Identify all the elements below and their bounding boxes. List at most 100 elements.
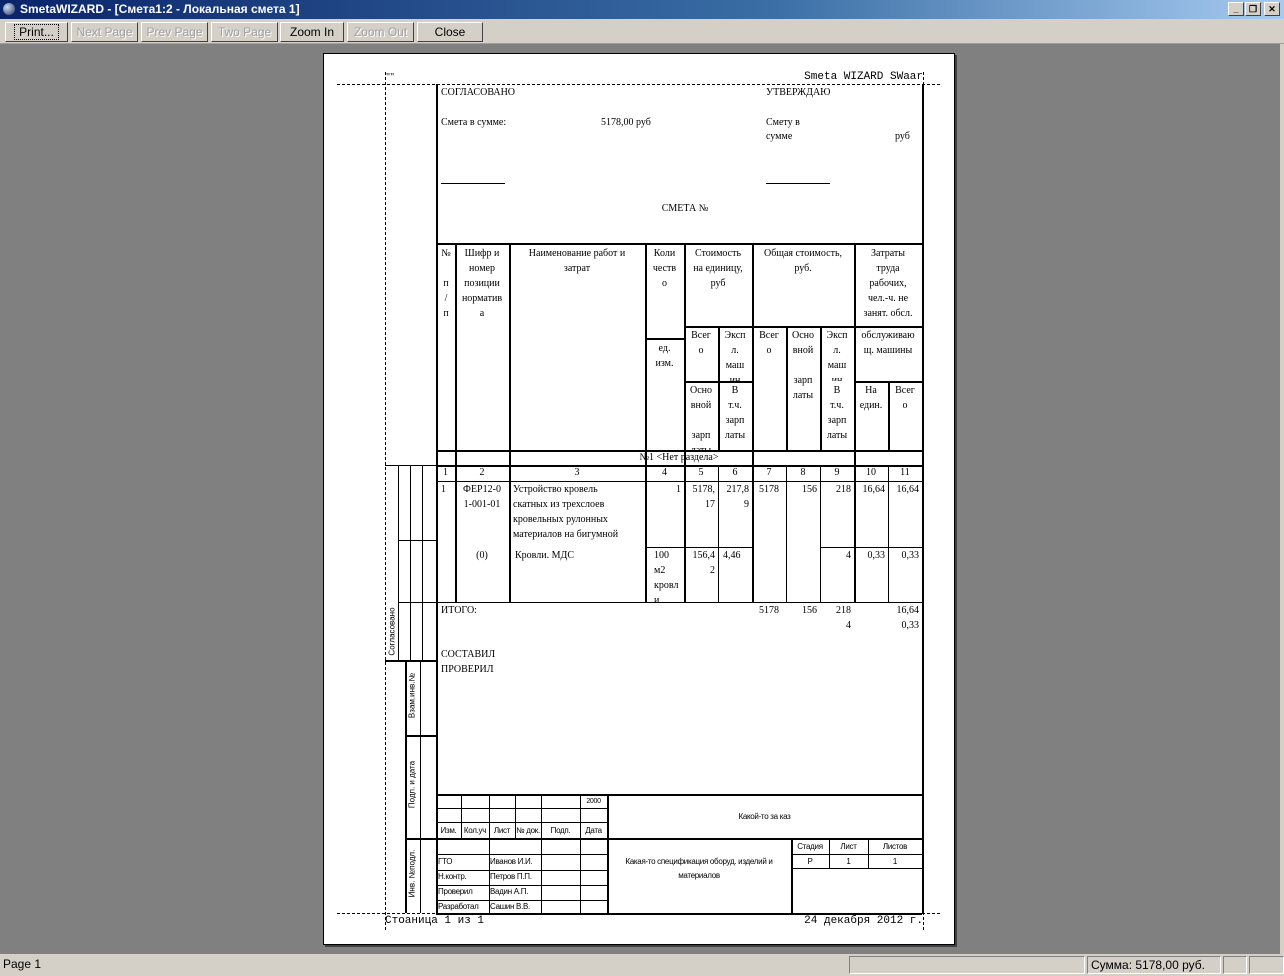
title-bar: SmetaWIZARD - [Смета1:2 - Локальная смет… [0,0,1284,19]
header-qty: Коли честв о [652,248,677,289]
table-line [410,465,411,660]
sum-value: 5178,00 руб [601,117,651,128]
footer-date: 24 декабря 2012 г. [804,915,923,927]
stamp-role: ГТО [438,857,453,866]
row-c8: 156 [802,484,817,495]
table-line [405,838,436,840]
table-line [398,602,436,603]
header-tc-wage: Осно вной зарп латы [791,330,814,401]
status-empty [849,956,1085,974]
table-line [385,465,436,466]
header-total-cost: Общая стоимость, руб. [763,248,843,274]
restore-button[interactable]: ❐ [1245,2,1261,16]
two-page-button[interactable]: Two Page [211,22,278,42]
stamp-sheet-label: Лист [840,842,857,851]
row-code: ФЕР12-0 1-001-01 [463,484,501,510]
header-unit-cost: Стоимость на единицу, руб [693,248,743,289]
total-label: ИТОГО: [441,605,477,616]
sum-label: Смета в сумме: [441,117,507,128]
header-tc-incl: В т.ч. зарп латы [826,385,848,441]
row-qty: 1 [676,484,681,495]
status-page: Page 1 [3,957,42,971]
table-line [436,794,922,796]
row-num: 1 [441,484,446,495]
stamp-column-label: № док. [516,826,540,835]
side-inv: Инв. №подл. [407,849,417,898]
status-panel-b [1249,956,1284,974]
total-c11: 16,64 0,33 [896,605,920,631]
table-line [441,183,505,184]
zoom-in-button[interactable]: Zoom In [280,22,344,42]
app-icon [3,3,15,15]
table-line [436,84,438,913]
row-c6: 217,8 9 [726,484,750,510]
table-line [398,465,399,660]
stamp-role: Разработал [438,902,479,911]
table-line [420,660,421,913]
stamp-project: Какой-то за каз [738,812,791,821]
minimize-button[interactable]: _ [1228,2,1244,16]
zoom-out-button[interactable]: Zoom Out [347,22,414,42]
header-uc-wage: Осно вной зарп латы [689,385,712,450]
side-replaced: Взам.инв.№ [407,672,417,719]
stamp-column-label: Дата [585,826,602,835]
column-number: 6 [732,467,738,478]
side-agreed: Согласовано [387,607,397,656]
row-s6: 4,46 [723,550,741,561]
close-window-button[interactable]: ✕ [1264,2,1280,16]
table-line [752,243,754,602]
section-title: №1 <Нет раздела> [639,452,719,463]
table-line [422,465,423,660]
stamp-column-label: Изм. [440,826,457,835]
total-c8: 156 [802,605,817,616]
stamp-sheets: 1 [892,857,898,866]
column-number: 1 [443,467,448,478]
header-labor-mach: обслуживаю щ. машины [861,330,915,356]
row-name: Устройство кровель скатных из трехслоев … [513,484,619,546]
column-number: 7 [766,467,772,478]
header-uc-mach: Эксп л. маш ин [724,330,746,381]
margin-guide [923,72,924,930]
row-s11: 0,33 [901,550,920,561]
row-s5: 156,4 2 [692,550,716,576]
row-c10: 16,64 [862,484,886,495]
stamp-sheet: 1 [846,857,851,866]
header-num: № п / п [441,248,451,319]
header-code: Шифр и номер позиции норматив а [461,248,503,319]
next-page-button[interactable]: Next Page [71,22,138,42]
margin-guide [337,84,940,85]
stamp-sheets-label: Листов [882,842,908,851]
approve-label: УТВЕРЖДАЮ [766,87,831,98]
prev-page-button[interactable]: Prev Page [141,22,208,42]
row-sub-name: Кровли. МДС [515,550,574,561]
stamp-column-label: Кол.уч [463,826,487,835]
stamp-stage-label: Стадия [797,842,823,851]
footer-page-count: Стоаница 1 из 1 [385,915,485,927]
row-c7: 5178 [759,484,779,495]
column-number: 10 [866,467,876,478]
table-line [645,338,684,340]
header-labor: Затраты труда рабочих, чел.-ч. не занят.… [863,248,913,326]
row-s10: 0,33 [867,550,886,561]
close-button[interactable]: Close [417,22,483,42]
stamp-name: Сашин В.В. [490,902,530,911]
row-c11: 16,64 [896,484,920,495]
row-s9: 4 [846,550,851,561]
column-number: 3 [574,467,580,478]
header-unit: ед. изм. [655,343,674,369]
stamp-year: 2000 [586,798,601,805]
table-line [509,243,511,602]
stamp-name: Петров П.П. [490,872,532,881]
column-number: 5 [698,467,704,478]
margin-guide [385,72,386,930]
column-number: 8 [800,467,806,478]
approve-sum-currency: руб [895,131,910,142]
header-tc-mach: Эксп л. маш ин [826,330,848,381]
table-line [766,183,830,184]
print-button[interactable]: Print... [5,22,68,42]
stamp-name: Вадин А.П. [490,887,529,896]
stamp-column-label: Лист [493,826,511,835]
vertical-scrollbar[interactable] [1280,44,1284,954]
total-c9: 218 4 [836,605,851,631]
total-c7: 5178 [759,605,779,616]
